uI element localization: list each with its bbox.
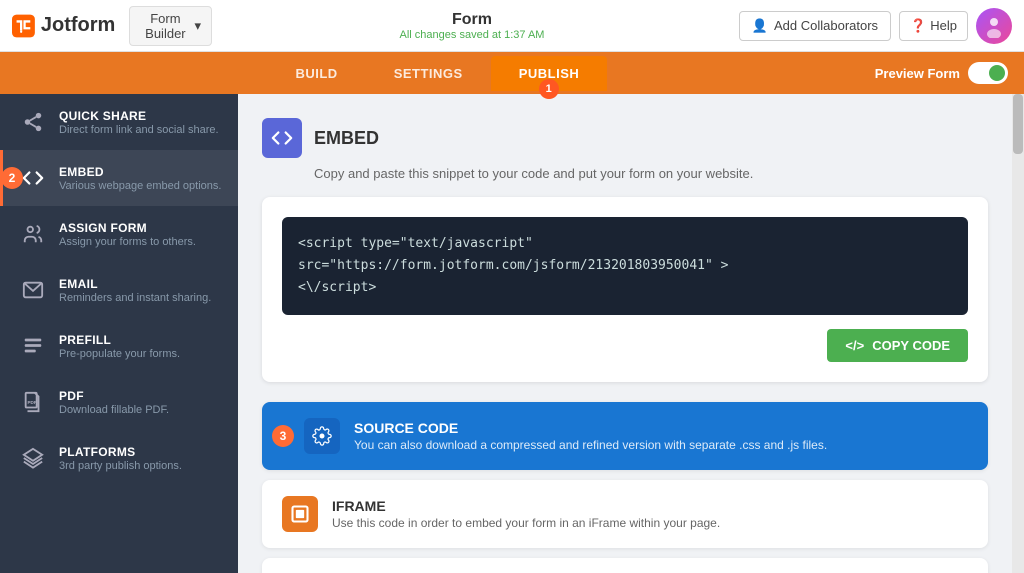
code-icon: [19, 164, 47, 192]
gear-icon: [312, 426, 332, 446]
embed-section-desc: Copy and paste this snippet to your code…: [262, 166, 988, 181]
code-line-3: <\/script>: [298, 277, 952, 299]
square-icon: [290, 504, 310, 524]
main-layout: QUICK SHARE Direct form link and social …: [0, 94, 1024, 573]
help-button[interactable]: ❓ Help: [899, 11, 968, 41]
sidebar-desc-email: Reminders and instant sharing.: [59, 292, 211, 304]
layers-icon: [19, 444, 47, 472]
sidebar-title-quick-share: QUICK SHARE: [59, 109, 219, 123]
preview-form-label: Preview Form: [875, 66, 960, 81]
sidebar-text-platforms: PLATFORMS 3rd party publish options.: [59, 445, 182, 472]
jotform-logo-icon: [12, 10, 35, 42]
form-title: Form: [212, 11, 732, 29]
source-code-icon-box: [304, 418, 340, 454]
email-icon: [19, 276, 47, 304]
embed-code-icon: [271, 127, 293, 149]
sidebar-text-embed: EMBED Various webpage embed options.: [59, 165, 221, 192]
option-text-iframe: IFRAME Use this code in order to embed y…: [332, 498, 720, 530]
add-collaborators-button[interactable]: 👤 Add Collaborators: [739, 11, 891, 41]
tab-bar-inner: BUILD SETTINGS PUBLISH 1: [0, 56, 875, 91]
sidebar-desc-prefill: Pre-populate your forms.: [59, 348, 180, 360]
embed-icon-box: [262, 118, 302, 158]
avatar-icon: [982, 14, 1006, 38]
sidebar-desc-assign-form: Assign your forms to others.: [59, 236, 196, 248]
sidebar-item-email[interactable]: EMAIL Reminders and instant sharing.: [0, 262, 238, 318]
question-icon: ❓: [910, 18, 926, 34]
scrollbar[interactable]: [1012, 94, 1024, 573]
header: Jotform Form Builder ▾ Form All changes …: [0, 0, 1024, 52]
sidebar-text-pdf: PDF Download fillable PDF.: [59, 389, 169, 416]
embed-section-title: EMBED: [314, 128, 379, 149]
code-line-1: <script type="text/javascript": [298, 233, 952, 255]
sidebar-title-email: EMAIL: [59, 277, 211, 291]
header-center: Form All changes saved at 1:37 AM: [212, 11, 732, 41]
option-title-source-code: SOURCE CODE: [354, 420, 827, 436]
option-text-source-code: SOURCE CODE You can also download a comp…: [354, 420, 827, 452]
chevron-down-icon: ▾: [194, 18, 201, 34]
code-line-2: src="https://form.jotform.com/jsform/213…: [298, 255, 952, 277]
sidebar-text-quick-share: QUICK SHARE Direct form link and social …: [59, 109, 219, 136]
help-label: Help: [930, 18, 957, 33]
tab-build[interactable]: BUILD: [267, 56, 365, 91]
sidebar-embed-badge: 2: [1, 167, 23, 189]
embed-header: EMBED: [262, 118, 988, 158]
add-collab-label: Add Collaborators: [774, 18, 878, 33]
sidebar-text-prefill: PREFILL Pre-populate your forms.: [59, 333, 180, 360]
share-icon: [19, 108, 47, 136]
user-plus-icon: 👤: [752, 18, 768, 34]
sidebar: QUICK SHARE Direct form link and social …: [0, 94, 238, 573]
code-card: <script type="text/javascript" src="http…: [262, 197, 988, 382]
sidebar-desc-embed: Various webpage embed options.: [59, 180, 221, 192]
preview-form-toggle[interactable]: [968, 62, 1008, 84]
form-builder-button[interactable]: Form Builder ▾: [129, 6, 212, 46]
sidebar-title-pdf: PDF: [59, 389, 169, 403]
form-builder-label: Form Builder: [140, 11, 190, 41]
tab-settings[interactable]: SETTINGS: [366, 56, 491, 91]
sidebar-item-prefill[interactable]: PREFILL Pre-populate your forms.: [0, 318, 238, 374]
tab-publish-badge: 1: [539, 79, 559, 99]
users-icon: [19, 220, 47, 248]
option-iframe[interactable]: IFRAME Use this code in order to embed y…: [262, 480, 988, 548]
source-code-badge: 3: [272, 425, 294, 447]
sidebar-title-prefill: PREFILL: [59, 333, 180, 347]
copy-code-icon: </>: [845, 338, 864, 353]
option-desc-source-code: You can also download a compressed and r…: [354, 438, 827, 452]
sidebar-text-assign-form: ASSIGN FORM Assign your forms to others.: [59, 221, 196, 248]
scrollbar-thumb[interactable]: [1013, 94, 1023, 154]
sidebar-item-platforms[interactable]: PLATFORMS 3rd party publish options.: [0, 430, 238, 486]
option-desc-iframe: Use this code in order to embed your for…: [332, 516, 720, 530]
preview-form-area: Preview Form: [875, 62, 1024, 84]
content-area: EMBED Copy and paste this snippet to you…: [238, 94, 1012, 573]
logo-text: Jotform: [41, 14, 115, 37]
avatar[interactable]: [976, 8, 1012, 44]
sidebar-item-quick-share[interactable]: QUICK SHARE Direct form link and social …: [0, 94, 238, 150]
sidebar-text-email: EMAIL Reminders and instant sharing.: [59, 277, 211, 304]
sidebar-title-embed: EMBED: [59, 165, 221, 179]
sidebar-item-pdf[interactable]: PDF PDF Download fillable PDF.: [0, 374, 238, 430]
svg-text:PDF: PDF: [28, 400, 37, 405]
option-wordpress[interactable]: WORDPRESS Use our free plugin to embed y…: [262, 558, 988, 573]
code-block: <script type="text/javascript" src="http…: [282, 217, 968, 315]
sidebar-title-platforms: PLATFORMS: [59, 445, 182, 459]
sidebar-item-embed[interactable]: 2 EMBED Various webpage embed options.: [0, 150, 238, 206]
tab-bar: BUILD SETTINGS PUBLISH 1 Preview Form: [0, 52, 1024, 94]
option-title-iframe: IFRAME: [332, 498, 720, 514]
sidebar-desc-platforms: 3rd party publish options.: [59, 460, 182, 472]
header-right: 👤 Add Collaborators ❓ Help: [732, 8, 1012, 44]
copy-code-label: COPY CODE: [872, 338, 950, 353]
prefill-icon: [19, 332, 47, 360]
logo-area: Jotform Form Builder ▾: [12, 6, 212, 46]
sidebar-item-assign-form[interactable]: ASSIGN FORM Assign your forms to others.: [0, 206, 238, 262]
option-source-code[interactable]: 3 SOURCE CODE You can also download a co…: [262, 402, 988, 470]
sidebar-title-assign-form: ASSIGN FORM: [59, 221, 196, 235]
copy-code-button[interactable]: </> COPY CODE: [827, 329, 968, 362]
sidebar-desc-quick-share: Direct form link and social share.: [59, 124, 219, 136]
tab-publish[interactable]: PUBLISH 1: [491, 56, 608, 91]
sidebar-desc-pdf: Download fillable PDF.: [59, 404, 169, 416]
form-subtitle: All changes saved at 1:37 AM: [212, 29, 732, 41]
iframe-icon-box: [282, 496, 318, 532]
pdf-icon: PDF: [19, 388, 47, 416]
